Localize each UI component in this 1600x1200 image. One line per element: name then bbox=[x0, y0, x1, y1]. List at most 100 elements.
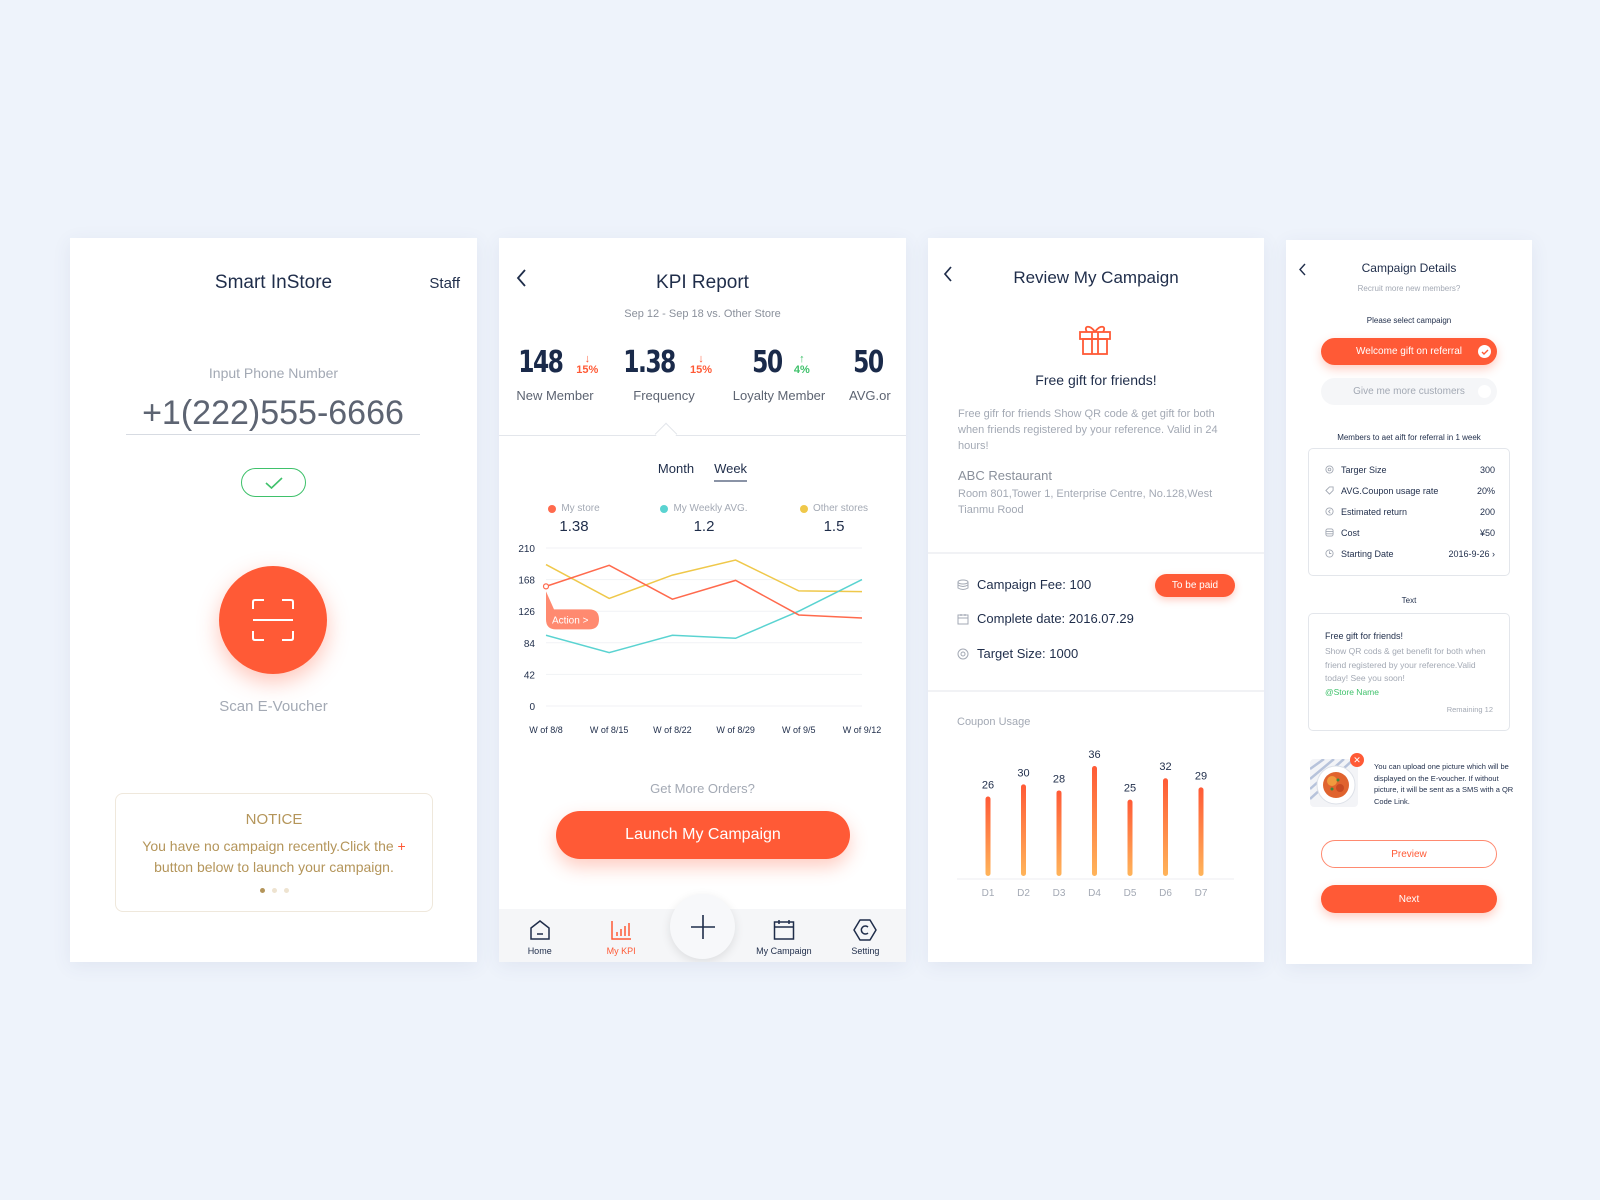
target-icon bbox=[957, 648, 969, 659]
page-dot[interactable] bbox=[259, 888, 265, 893]
radio-icon bbox=[1478, 385, 1491, 398]
settings-icon bbox=[853, 919, 878, 941]
legend-label: My Weekly AVG. bbox=[673, 503, 748, 514]
action-label: Action > bbox=[552, 615, 589, 626]
option-label: Give me more customers bbox=[1353, 386, 1465, 397]
legend-label: My store bbox=[561, 503, 600, 514]
y-tick-label: 210 bbox=[518, 544, 535, 555]
x-tick-label: D2 bbox=[1017, 888, 1030, 899]
status-badge[interactable]: To be paid bbox=[1155, 574, 1235, 597]
coupon-bar bbox=[1198, 787, 1204, 876]
pagination-dots bbox=[116, 888, 432, 893]
notice-title: NOTICE bbox=[245, 811, 303, 828]
option-label: Welcome gift on referral bbox=[1356, 346, 1462, 357]
starting-date-row[interactable]: Starting Date 2016-9-26 › bbox=[1309, 543, 1509, 564]
upload-hint: You can upload one picture which will be… bbox=[1374, 762, 1514, 806]
legend-my-store: My store 1.38 bbox=[529, 503, 619, 535]
get-more-orders-text: Get More Orders? bbox=[650, 781, 755, 796]
campaign-stats-card: Targer Size 300 AVG.Coupon usage rate 20… bbox=[1308, 448, 1510, 576]
phone-label: Input Phone Number bbox=[208, 365, 339, 381]
return-icon bbox=[1325, 507, 1335, 517]
legend-value: 1.2 bbox=[693, 518, 715, 535]
campaign-details-screen: Campaign Details Recruit more new member… bbox=[1286, 240, 1532, 964]
smart-instore-screen: Smart InStore Staff Input Phone Number S… bbox=[70, 238, 477, 962]
legend-dot bbox=[548, 504, 557, 513]
restaurant-name: ABC Restaurant bbox=[958, 468, 1052, 483]
page-dot[interactable] bbox=[271, 888, 277, 893]
selected-point[interactable] bbox=[542, 583, 550, 590]
y-tick-label: 126 bbox=[518, 607, 535, 618]
stat-value: 20% bbox=[1476, 485, 1495, 496]
kpi-frequency[interactable]: 1.38 ↓ 15% Frequency bbox=[614, 346, 714, 404]
coupon-bar bbox=[1163, 778, 1168, 876]
kpi-new-member[interactable]: 148 ↓ 15% New Member bbox=[509, 345, 601, 404]
scan-icon bbox=[252, 599, 294, 641]
stat-label: Estimated return bbox=[1341, 506, 1408, 517]
kpi-change: ↓ 15% bbox=[690, 354, 712, 376]
select-campaign-label: Please select campaign bbox=[1366, 316, 1452, 325]
confirm-button[interactable] bbox=[241, 468, 306, 497]
coupon-bar bbox=[1021, 784, 1026, 876]
tab-week[interactable]: Week bbox=[714, 461, 748, 482]
tab-month[interactable]: Month bbox=[658, 461, 694, 482]
voucher-image-thumbnail[interactable] bbox=[1310, 759, 1358, 807]
x-tick-label: W of 8/8 bbox=[529, 725, 563, 735]
tab-setting[interactable]: Setting bbox=[825, 909, 906, 962]
message-title: Free gift for friends! bbox=[1325, 631, 1404, 641]
food-image-icon bbox=[1310, 759, 1358, 807]
store-name-tag: @Store Name bbox=[1325, 686, 1379, 697]
coupon-bar bbox=[1127, 799, 1133, 876]
kpi-change: ↓ 15% bbox=[576, 354, 598, 376]
remove-image-button[interactable]: ✕ bbox=[1350, 753, 1364, 767]
message-textarea[interactable]: Free gift for friends! Show QR cods & ge… bbox=[1308, 613, 1510, 731]
preview-button[interactable]: Preview bbox=[1321, 840, 1497, 868]
plus-symbol: + bbox=[397, 838, 406, 854]
staff-link[interactable]: Staff bbox=[429, 275, 460, 292]
date-range: Sep 12 - Sep 18 vs. Other Store bbox=[624, 308, 781, 320]
page-title: Campaign Details bbox=[1361, 261, 1457, 275]
kpi-change-value: 15% bbox=[690, 364, 713, 376]
review-campaign-screen: Review My Campaign Free gift for friends… bbox=[928, 238, 1264, 962]
complete-date: Complete date: 2016.07.29 bbox=[977, 611, 1134, 626]
launch-campaign-button[interactable]: Launch My Campaign bbox=[556, 811, 850, 859]
next-button[interactable]: Next bbox=[1321, 885, 1497, 913]
tab-home[interactable]: Home bbox=[499, 909, 580, 962]
stat-label: Starting Date bbox=[1341, 548, 1394, 559]
x-tick-label: D5 bbox=[1124, 888, 1137, 899]
page-dot[interactable] bbox=[283, 888, 289, 893]
bar-value-label: 25 bbox=[1124, 783, 1136, 795]
notice-card: NOTICE You have no campaign recently.Cli… bbox=[115, 793, 433, 912]
message-body-text: Show QR cods & get benefit for both when… bbox=[1325, 646, 1486, 683]
bar-chart-icon bbox=[611, 921, 632, 940]
kpi-avg-order[interactable]: 50 AVG.or bbox=[849, 346, 906, 404]
divider bbox=[499, 435, 906, 436]
kpi-value: 148 bbox=[517, 345, 564, 380]
action-tooltip[interactable]: Action > bbox=[546, 591, 599, 630]
kpi-loyalty-member[interactable]: 50 ↑ 4% Loyalty Member bbox=[724, 346, 834, 404]
x-tick-label: W of 9/5 bbox=[782, 725, 816, 735]
period-tabs: Month Week bbox=[499, 461, 906, 482]
kpi-change-value: 15% bbox=[576, 364, 599, 376]
option-welcome-gift[interactable]: Welcome gift on referral bbox=[1321, 338, 1497, 365]
add-campaign-button[interactable] bbox=[670, 894, 735, 959]
option-more-customers[interactable]: Give me more customers bbox=[1321, 378, 1497, 405]
bar-value-label: 28 bbox=[1053, 773, 1065, 785]
scan-voucher-button[interactable] bbox=[219, 566, 327, 674]
stat-value: 2016-9-26 › bbox=[1448, 548, 1495, 559]
notice-text-part: You have no campaign recently.Click the bbox=[142, 838, 398, 854]
remaining-count: Remaining 12 bbox=[1446, 705, 1493, 714]
plus-icon bbox=[690, 914, 715, 939]
tab-my-kpi[interactable]: My KPI bbox=[580, 909, 661, 962]
gift-icon bbox=[1079, 325, 1111, 355]
stat-label: AVG.Coupon usage rate bbox=[1341, 485, 1439, 496]
tab-my-campaign[interactable]: My Campaign bbox=[743, 909, 824, 962]
coupon-bar bbox=[1092, 766, 1097, 876]
bar-value-label: 32 bbox=[1159, 761, 1171, 773]
legend-value: 1.5 bbox=[823, 518, 845, 535]
divider bbox=[928, 552, 1264, 554]
phone-input[interactable] bbox=[126, 393, 420, 435]
stat-value: 300 bbox=[1479, 464, 1495, 475]
target-size: Target Size: 1000 bbox=[977, 646, 1079, 661]
y-tick-label: 42 bbox=[524, 670, 536, 681]
stat-value: ¥50 bbox=[1479, 527, 1495, 538]
